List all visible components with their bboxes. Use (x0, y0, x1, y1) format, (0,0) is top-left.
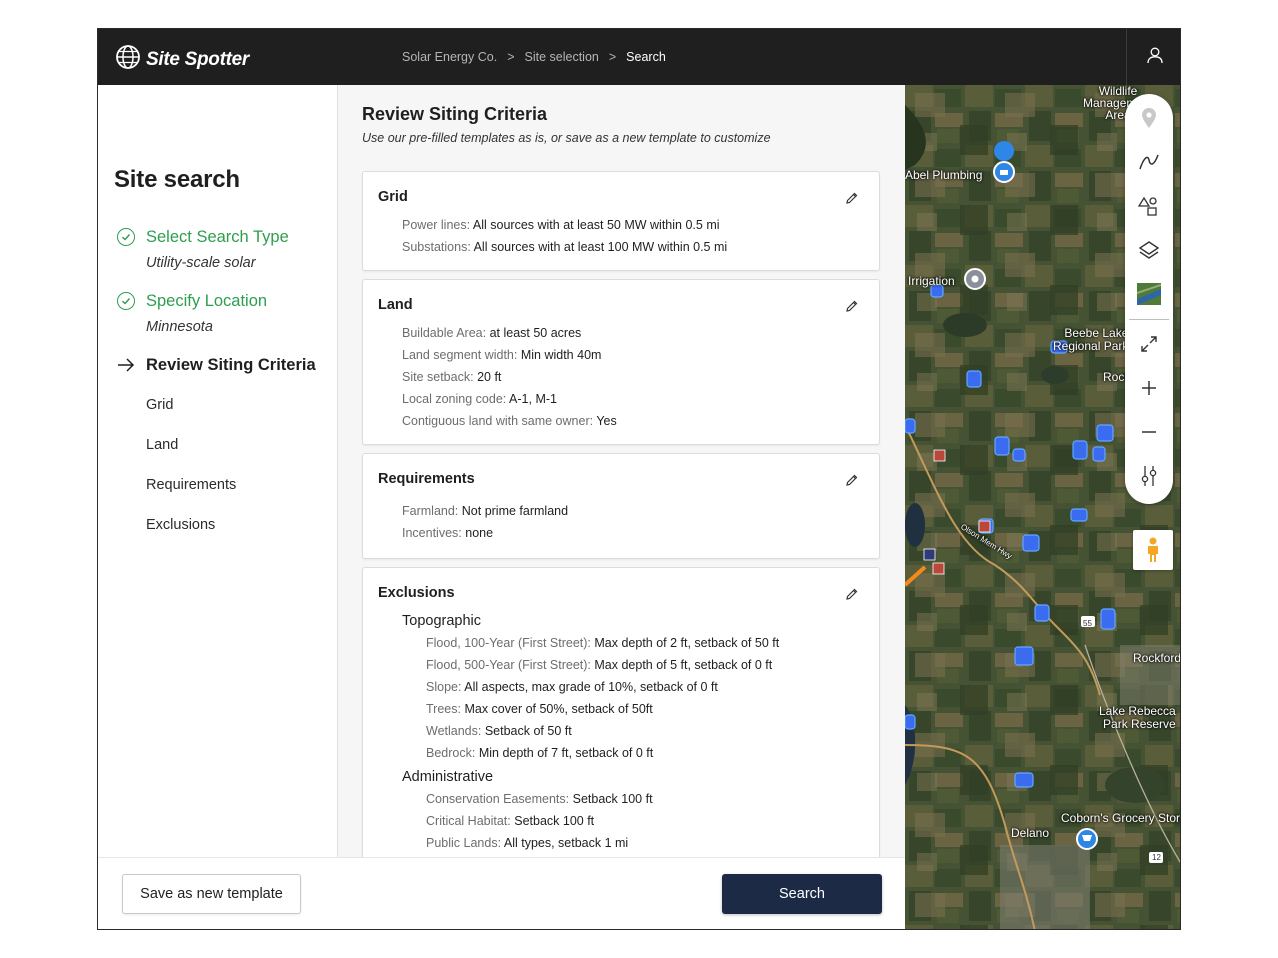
save-template-button[interactable]: Save as new template (122, 874, 301, 914)
pegman-icon[interactable] (1133, 530, 1173, 570)
step-label: Review Siting Criteria (146, 355, 316, 374)
substep-grid[interactable]: Grid (146, 397, 173, 413)
map-label: Abel Plumbing (905, 168, 983, 182)
criteria-row: Flood, 500-Year (First Street): Max dept… (426, 658, 773, 672)
zoom-in-icon[interactable] (1137, 376, 1161, 400)
criteria-row: Substations: All sources with at least 1… (402, 240, 728, 254)
criteria-row: Farmland: Not prime farmland (402, 504, 569, 518)
breadcrumb-item[interactable]: Site selection (525, 50, 599, 64)
grid-card: Grid Power lines: All sources with at le… (362, 171, 880, 271)
search-button[interactable]: Search (722, 874, 882, 914)
step-review-siting-criteria[interactable]: Review Siting Criteria (117, 356, 316, 374)
edit-pencil-icon[interactable] (845, 473, 859, 487)
sidebar: Site search Select Search Type Utility-s… (98, 85, 338, 857)
criteria-row: Local zoning code: A-1, M-1 (402, 392, 557, 406)
filter-sliders-icon[interactable] (1137, 464, 1161, 488)
map-label: Coborn's Grocery Store (1061, 811, 1181, 825)
section-heading: Administrative (402, 769, 494, 785)
user-icon (1146, 46, 1164, 69)
shapes-icon[interactable] (1137, 194, 1161, 218)
criteria-row: Power lines: All sources with at least 5… (402, 218, 720, 232)
map-label: Lake Rebecca Park Reserve (1099, 704, 1176, 731)
zoom-out-icon[interactable] (1137, 420, 1161, 444)
arrow-right-icon (117, 356, 135, 374)
draw-line-icon[interactable] (1137, 150, 1161, 174)
substep-requirements[interactable]: Requirements (146, 477, 236, 493)
criteria-row: Site setback: 20 ft (402, 370, 502, 384)
step-label: Select Search Type (146, 227, 289, 246)
step-value: Utility-scale solar (146, 255, 256, 271)
criteria-row: Conservation Easements: Setback 100 ft (426, 792, 653, 806)
card-title: Requirements (378, 471, 475, 487)
pin-icon[interactable] (1137, 106, 1161, 130)
breadcrumb: Solar Energy Co. > Site selection > Sear… (402, 50, 666, 64)
section-heading: Topographic (402, 613, 481, 629)
footer-bar: Save as new template Search (98, 857, 905, 929)
step-value: Minnesota (146, 319, 213, 335)
criteria-row: Public Lands: All types, setback 1 mi (426, 836, 629, 850)
sidebar-title: Site search (114, 166, 240, 193)
top-bar: Site Spotter Solar Energy Co. > Site sel… (98, 29, 1180, 85)
criteria-row: Land segment width: Min width 40m (402, 348, 602, 362)
breadcrumb-separator: > (507, 50, 515, 64)
globe-icon (115, 44, 141, 75)
criteria-row: Critical Habitat: Setback 100 ft (426, 814, 595, 828)
criteria-panel[interactable]: Review Siting Criteria Use our pre-fille… (338, 85, 905, 857)
criteria-row: Trees: Max cover of 50%, setback of 50ft (426, 702, 653, 716)
step-label: Specify Location (146, 291, 268, 310)
criteria-row: Slope: All aspects, max grade of 10%, se… (426, 680, 718, 694)
page-subtitle: Use our pre-filled templates as is, or s… (362, 131, 771, 145)
highway-shield: 12 (1152, 853, 1161, 862)
criteria-row: Contiguous land with same owner: Yes (402, 414, 617, 428)
map-label: Rockford (1133, 651, 1181, 665)
card-title: Grid (378, 189, 408, 205)
card-title: Exclusions (378, 585, 455, 601)
land-card: Land Buildable Area: at least 50 acres L… (362, 279, 880, 445)
criteria-row: Bedrock: Min depth of 7 ft, setback of 0… (426, 746, 654, 760)
breadcrumb-current: Search (626, 50, 666, 64)
edit-pencil-icon[interactable] (845, 191, 859, 205)
criteria-row: Flood, 100-Year (First Street): Max dept… (426, 636, 780, 650)
map-toolbar (1125, 94, 1173, 504)
fullscreen-icon[interactable] (1137, 332, 1161, 356)
user-account-button[interactable] (1126, 29, 1180, 85)
requirements-card: Requirements Farmland: Not prime farmlan… (362, 453, 880, 559)
map-label: Delano (1011, 826, 1050, 840)
layers-icon[interactable] (1137, 238, 1161, 262)
exclusions-card: Exclusions Topographic Flood, 100-Year (… (362, 567, 880, 857)
step-specify-location[interactable]: Specify Location (117, 292, 267, 310)
card-title: Land (378, 297, 413, 313)
toolbar-divider (1129, 319, 1169, 320)
map-label: Beebe Lake Regional Park (1053, 326, 1129, 353)
edit-pencil-icon[interactable] (845, 587, 859, 601)
criteria-row: Incentives: none (402, 526, 494, 540)
satellite-map[interactable]: Wildlife Management Area Abel Plumbing I… (905, 85, 1181, 929)
satellite-thumbnail[interactable] (1137, 282, 1161, 306)
page-title: Review Siting Criteria (362, 104, 548, 124)
criteria-row: Buildable Area: at least 50 acres (402, 326, 582, 340)
step-select-search-type[interactable]: Select Search Type (117, 228, 289, 246)
criteria-row: Wetlands: Setback of 50 ft (426, 724, 572, 738)
highway-shield: 55 (1083, 619, 1092, 628)
breadcrumb-item[interactable]: Solar Energy Co. (402, 50, 497, 64)
breadcrumb-separator: > (608, 50, 617, 64)
app-window: Site Spotter Solar Energy Co. > Site sel… (97, 28, 1181, 930)
substep-exclusions[interactable]: Exclusions (146, 517, 215, 533)
check-circle-icon (117, 228, 135, 246)
substep-land[interactable]: Land (146, 437, 178, 453)
logo[interactable]: Site Spotter (115, 44, 249, 75)
edit-pencil-icon[interactable] (845, 299, 859, 313)
check-circle-icon (117, 292, 135, 310)
app-name: Site Spotter (146, 48, 250, 70)
map-label: Irrigation (908, 274, 955, 288)
